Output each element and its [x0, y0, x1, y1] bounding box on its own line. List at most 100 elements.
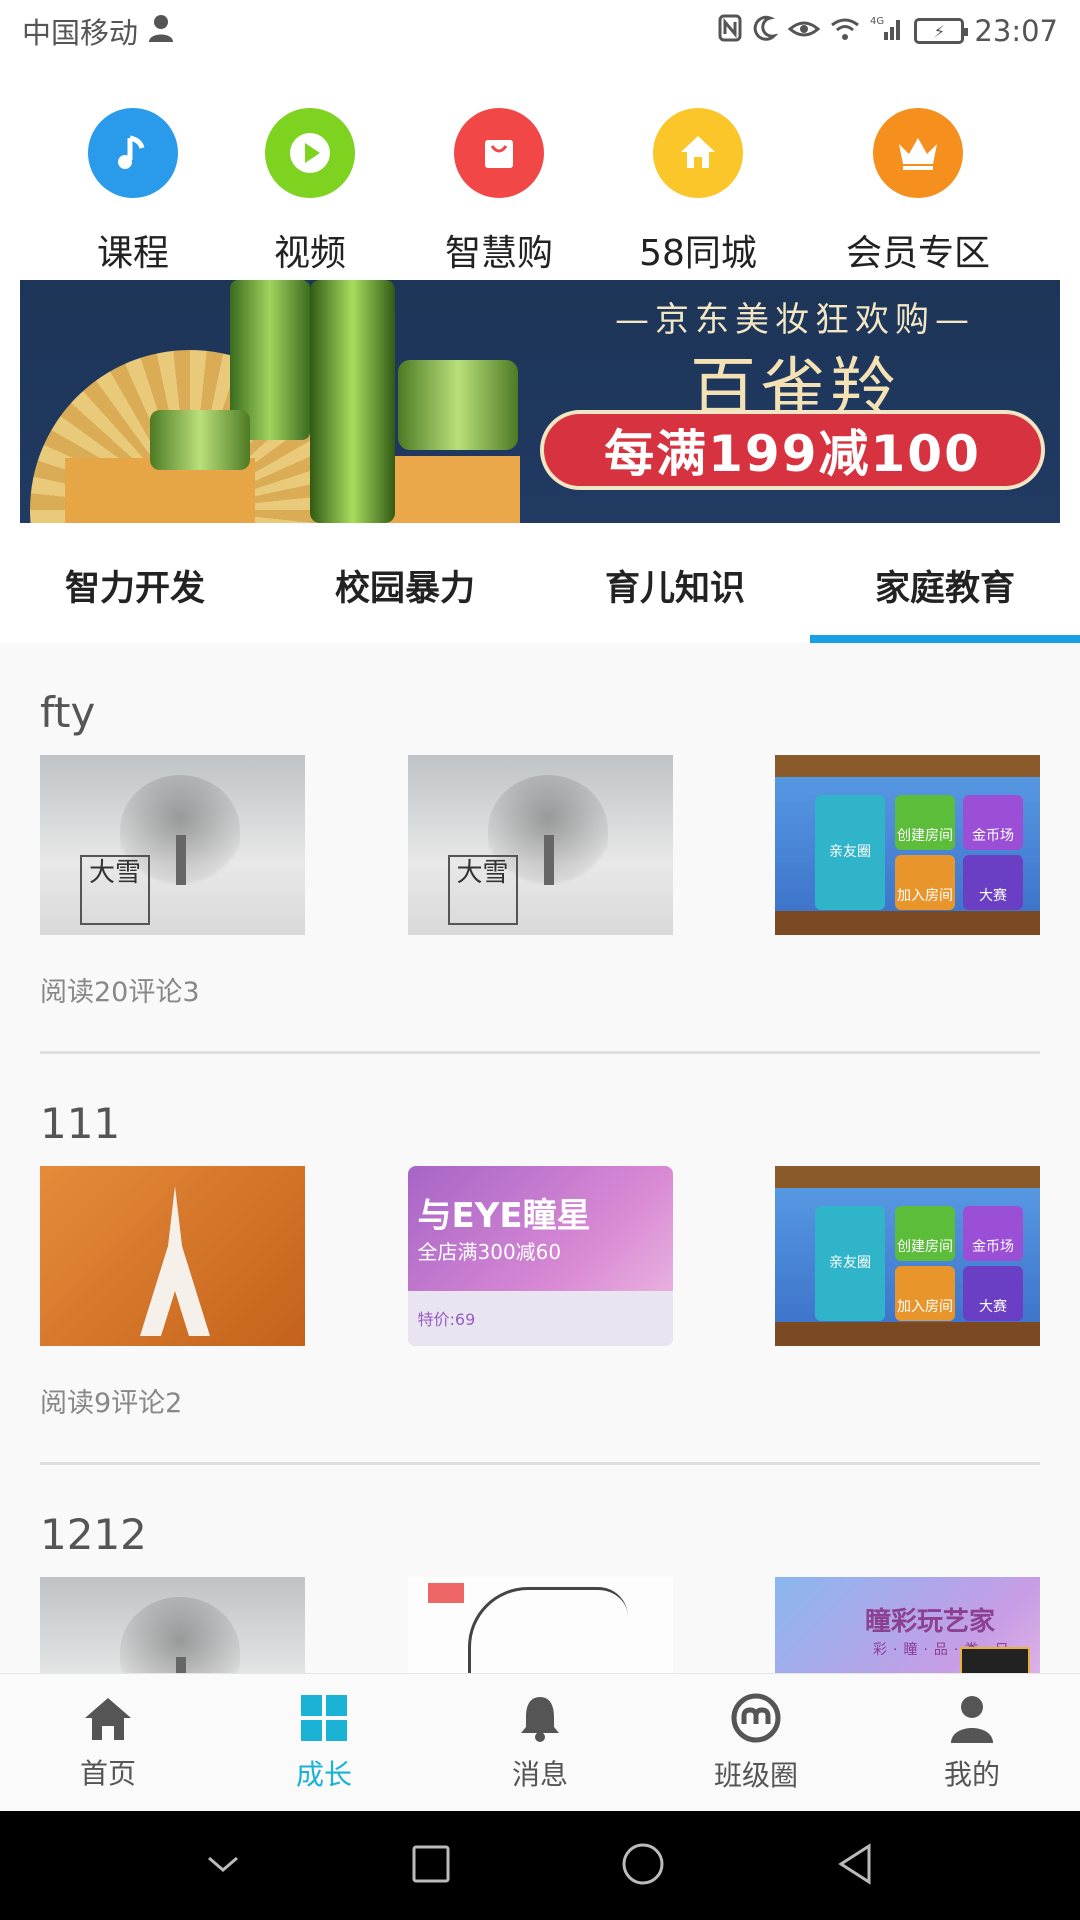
carrier-label: 中国移动 [22, 16, 139, 50]
tab-parenting[interactable]: 育儿知识 [540, 528, 810, 643]
promo-card [960, 1647, 1030, 1673]
thumb-row: 大雪 瞳彩玩艺家 彩·瞳·品·类·日 [40, 1577, 1040, 1673]
game-tile: 大赛 [963, 1266, 1023, 1321]
signal-icon: 4G [870, 14, 904, 49]
bell-icon [517, 1693, 563, 1747]
product-bottle-image [310, 280, 395, 523]
category-label: 视频 [273, 233, 346, 274]
ad-title: 与EYE瞳星 [417, 1196, 591, 1236]
network-type: 4G [870, 16, 884, 27]
tab-family-education[interactable]: 家庭教育 [810, 528, 1080, 643]
tree-trunk [176, 1657, 186, 1673]
banner-promo: 每满199减100 [540, 410, 1045, 490]
list-item[interactable]: 111 与EYE瞳星 全店满300减60 特价:69 亲友圈 创建房间 金币场 … [0, 1054, 1080, 1465]
eye-comfort-icon [788, 15, 821, 48]
status-bar: 中国移动 4G ⚡ 23:07 [0, 0, 1080, 62]
user-icon [947, 1693, 997, 1747]
tree-trunk [176, 835, 186, 885]
music-note-icon [88, 108, 178, 198]
game-tile: 创建房间 [895, 795, 955, 850]
system-nav-bar [0, 1811, 1080, 1920]
post-title: 111 [40, 1099, 121, 1148]
game-tile: 亲友圈 [815, 795, 885, 910]
snow-tree-image[interactable]: 大雪 [40, 755, 305, 935]
home-icon [653, 108, 743, 198]
snow-tree-image[interactable]: 大雪 [407, 755, 673, 935]
seal-text: 大雪 [80, 855, 150, 925]
game-bottombar [775, 911, 1040, 935]
snow-tree-image[interactable]: 大雪 [40, 1577, 305, 1673]
sketch-lines [467, 1587, 628, 1673]
ad-price: 特价:69 [417, 1310, 476, 1329]
crown-icon [873, 108, 963, 198]
product-jar-image [150, 410, 250, 470]
post-title: 1212 [40, 1510, 147, 1559]
home-circle-icon[interactable] [621, 1842, 665, 1890]
battery-icon: ⚡ [914, 18, 969, 44]
class-circle-icon [730, 1692, 782, 1748]
recents-square-icon[interactable] [411, 1844, 451, 1888]
nav-home[interactable]: 首页 [0, 1674, 216, 1811]
chevron-down-icon[interactable] [205, 1852, 241, 1880]
user-icon [148, 14, 174, 49]
nav-class-circle[interactable]: 班级圈 [648, 1674, 864, 1811]
post-stats: 阅读9评论2 [40, 1388, 183, 1419]
quick-category-row: 课程 视频 智慧购 58同城 会员专区 [0, 108, 1080, 278]
nav-mine[interactable]: 我的 [864, 1674, 1080, 1811]
thumb-row: 大雪 大雪 亲友圈 创建房间 金币场 加入房间 大赛 [40, 755, 1040, 935]
app-screen: 中国移动 4G ⚡ 23:07 课程 视频 智慧购 58同城 会员专区 —京东美… [0, 0, 1080, 1920]
nav-label: 我的 [943, 1757, 1000, 1791]
post-stats: 阅读20评论3 [40, 977, 200, 1008]
nav-growth[interactable]: 成长 [216, 1674, 432, 1811]
game-tile: 创建房间 [895, 1206, 955, 1261]
ad-subtitle: 全店满300减60 [417, 1240, 562, 1264]
category-video[interactable]: 视频 [220, 108, 400, 278]
tab-intelligence[interactable]: 智力开发 [0, 528, 270, 643]
game-tile: 亲友圈 [815, 1206, 885, 1321]
nav-label: 成长 [295, 1757, 352, 1791]
category-vip-zone[interactable]: 会员专区 [828, 108, 1008, 278]
tower-shape [140, 1186, 210, 1336]
sketch-girl-image[interactable] [407, 1577, 673, 1673]
category-label: 课程 [96, 233, 169, 274]
tab-campus-violence[interactable]: 校园暴力 [270, 528, 540, 643]
bottom-nav: 首页 成长 消息 班级圈 我的 [0, 1673, 1080, 1811]
category-58-city[interactable]: 58同城 [608, 108, 788, 278]
promo-title: 瞳彩玩艺家 [865, 1607, 996, 1637]
game-tile: 金币场 [963, 795, 1023, 850]
play-icon [265, 108, 355, 198]
game-tile: 加入房间 [895, 855, 955, 910]
product-jar-image [398, 360, 518, 450]
back-triangle-icon[interactable] [835, 1842, 875, 1890]
article-feed: fty 大雪 大雪 亲友圈 创建房间 金币场 加入房间 大赛 阅读20评论3 1… [0, 643, 1080, 1673]
mahjong-game-image[interactable]: 亲友圈 创建房间 金币场 加入房间 大赛 [775, 1166, 1040, 1346]
nav-label: 首页 [79, 1756, 136, 1790]
list-item[interactable]: 1212 大雪 瞳彩玩艺家 彩·瞳·品·类·日 [0, 1465, 1080, 1673]
shopping-bag-icon [454, 108, 544, 198]
nav-label: 消息 [511, 1757, 568, 1791]
tree-trunk [543, 835, 554, 885]
eiffel-tower-image[interactable] [40, 1166, 305, 1346]
contact-lens-promo-image[interactable]: 瞳彩玩艺家 彩·瞳·品·类·日 [775, 1577, 1040, 1673]
moon-icon [752, 14, 780, 49]
sketch-tag [427, 1583, 464, 1603]
clock: 23:07 [974, 14, 1058, 48]
game-bottombar [775, 1322, 1040, 1346]
grid-icon [299, 1693, 349, 1747]
category-course[interactable]: 课程 [43, 108, 223, 278]
game-tile: 金币场 [963, 1206, 1023, 1261]
mahjong-game-image[interactable]: 亲友圈 创建房间 金币场 加入房间 大赛 [775, 755, 1040, 935]
eye-contact-lens-ad-image[interactable]: 与EYE瞳星 全店满300减60 特价:69 [407, 1166, 673, 1346]
banner-subtitle: —京东美妆狂欢购— [615, 300, 975, 340]
category-label: 58同城 [639, 233, 757, 274]
wifi-icon [830, 15, 860, 48]
list-item[interactable]: fty 大雪 大雪 亲友圈 创建房间 金币场 加入房间 大赛 阅读20评论3 [0, 643, 1080, 1054]
home-icon [81, 1694, 135, 1746]
post-title: fty [40, 688, 96, 737]
nav-messages[interactable]: 消息 [432, 1674, 648, 1811]
category-smart-shopping[interactable]: 智慧购 [409, 108, 589, 278]
nav-label: 班级圈 [713, 1758, 798, 1792]
game-tile: 大赛 [963, 855, 1023, 910]
game-topbar [775, 755, 1040, 777]
promo-banner[interactable]: —京东美妆狂欢购— 百雀羚 每满199减100 [20, 280, 1060, 523]
